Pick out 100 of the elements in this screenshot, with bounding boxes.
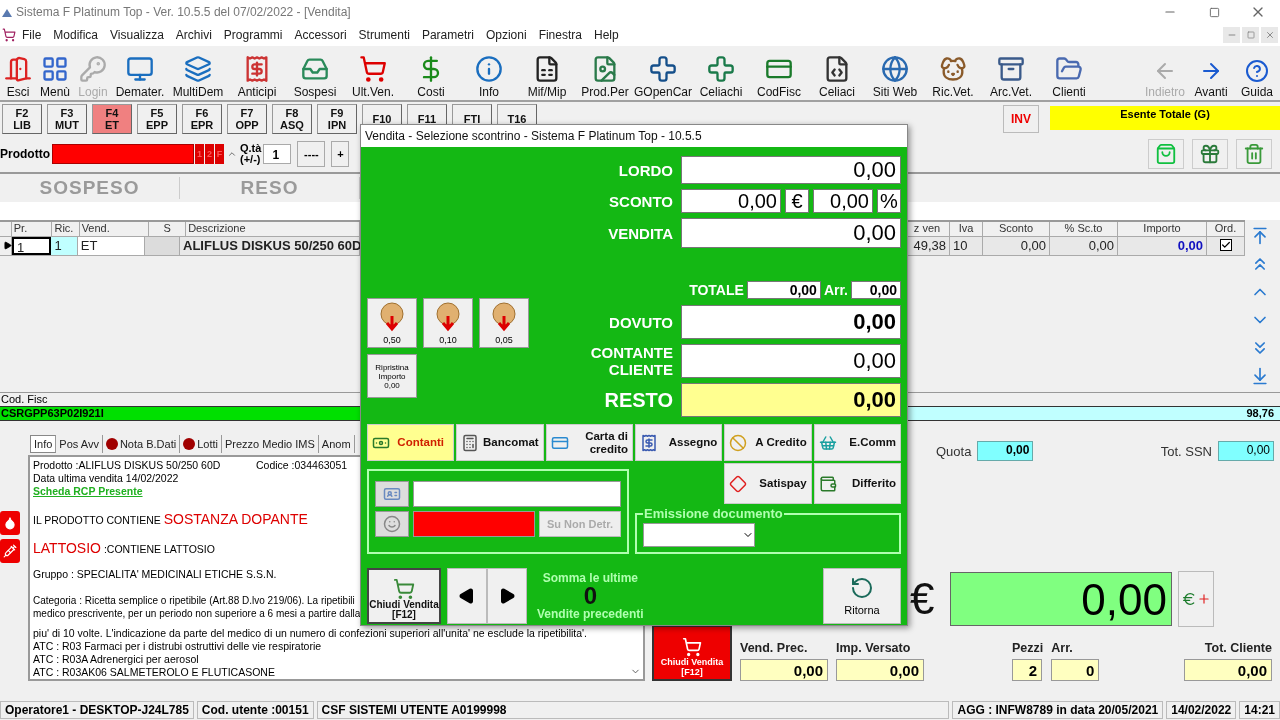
menu-item[interactable]: Visualizza [104, 25, 170, 45]
function-key[interactable]: F4 ET [92, 104, 132, 134]
function-key[interactable]: F8 ASQ [272, 104, 312, 134]
info-text: medico prescrivente, per un periodo non superiore a 6 mesi a partire dalla [33, 607, 361, 620]
toolbar-button[interactable]: Ult.Ven. [344, 47, 402, 99]
card-field[interactable] [413, 481, 621, 507]
code-field[interactable] [413, 511, 535, 537]
function-key[interactable]: F6 EPR [182, 104, 222, 134]
menu-item[interactable]: Opzioni [479, 25, 533, 45]
menu-item[interactable]: Parametri [415, 25, 480, 45]
function-key[interactable]: F3 MUT [47, 104, 87, 134]
coin-button[interactable]: 0,10 [423, 298, 473, 348]
tab[interactable]: Nota B.Dati [102, 435, 181, 453]
total-field: 0,00 [740, 659, 828, 681]
tab[interactable]: Lotti [180, 435, 222, 453]
toolbar-button[interactable]: Menù [36, 47, 74, 99]
menu-item[interactable]: File [16, 25, 48, 45]
tab[interactable]: Pos Avv [56, 435, 103, 453]
tab[interactable]: Info [30, 435, 57, 453]
toolbar-button[interactable]: Esci [0, 47, 36, 99]
function-key[interactable]: F5 EPP [137, 104, 177, 134]
menu-item[interactable]: Strumenti [352, 25, 416, 45]
receipt-icon [640, 433, 658, 452]
more-button[interactable]: ---- [297, 141, 326, 167]
product-field[interactable] [52, 144, 194, 164]
toolbar-button[interactable]: Arc.Vet. [982, 47, 1040, 99]
menu-item[interactable]: Accessori [288, 25, 353, 45]
menu-item[interactable]: Modifica [47, 25, 105, 45]
menu-item[interactable]: Help [588, 25, 625, 45]
toolbar-button[interactable]: Mif/Mip [518, 47, 576, 99]
discount-percent-field[interactable]: 0,00 [813, 189, 873, 213]
coin-button[interactable]: 0,05 [479, 298, 529, 348]
inv-button[interactable]: INV [1003, 105, 1039, 133]
checkbox[interactable] [1219, 239, 1232, 251]
caret-icon[interactable] [227, 149, 237, 159]
toolbar-button[interactable]: Sospesi [286, 47, 344, 99]
payment-button[interactable]: Satispay [724, 463, 812, 504]
toolbar-button[interactable]: Demater. [112, 47, 168, 99]
id-card-button[interactable] [375, 481, 409, 507]
shopping-bag-button[interactable] [1148, 139, 1184, 169]
cash-field[interactable]: 0,00 [681, 344, 901, 378]
total-field: 0,00 [1184, 659, 1272, 681]
euro-plus-button[interactable] [1178, 571, 1214, 627]
function-key[interactable]: F2 LIB [2, 104, 42, 134]
close-sale-button[interactable]: Chiudi Vendita [F12] [367, 568, 441, 624]
close-button[interactable] [1261, 27, 1278, 43]
toolbar-button[interactable]: Avanti [1188, 47, 1234, 99]
quantity-field[interactable]: 1 [263, 144, 292, 164]
toolbar-button[interactable]: Celiachi [692, 47, 750, 99]
document-select[interactable] [643, 523, 755, 547]
toolbar-button[interactable]: CodFisc [750, 47, 808, 99]
arrow-top-icon [1250, 226, 1270, 246]
fiscal-code-value: CSRGPP63P02I921I [0, 406, 360, 421]
menu-item[interactable]: Archivi [169, 25, 218, 45]
smile-button[interactable] [375, 511, 409, 537]
toolbar-button[interactable]: GOpenCar [634, 47, 692, 99]
payment-button[interactable]: Differito [813, 463, 901, 504]
coin-button[interactable]: 0,50 [367, 298, 417, 348]
gift-icon [1199, 143, 1221, 165]
gift-button[interactable] [1192, 139, 1228, 169]
toolbar-button[interactable]: MultiDem [168, 47, 228, 99]
reset-button[interactable]: Ripristina Importo 0,00 [367, 354, 417, 398]
next-button[interactable] [487, 568, 527, 624]
function-key[interactable]: F9 IPN [317, 104, 357, 134]
discount-field[interactable]: 0,00 [681, 189, 781, 213]
toolbar-button[interactable]: Prod.Per [576, 47, 634, 99]
diamond-icon [729, 474, 748, 493]
toolbar-button[interactable]: Guida [1234, 47, 1280, 99]
shopping-bag-icon [1155, 143, 1177, 165]
menu-item[interactable]: Finestra [532, 25, 588, 45]
drop-button[interactable] [0, 511, 20, 535]
toolbar-button[interactable]: Siti Web [866, 47, 924, 99]
payment-button[interactable]: Assegno [635, 424, 723, 461]
payment-button[interactable]: A Credito [724, 424, 812, 461]
restore-button[interactable] [1242, 27, 1259, 43]
payment-button[interactable]: Carta di credito [545, 424, 633, 461]
trash-button[interactable] [1236, 139, 1272, 169]
monitor-icon [126, 55, 154, 83]
info-text: Categoria : Ricetta semplice o ripetibile (Art.88 D.lvo 219/06). La ripetibili [33, 594, 355, 607]
toolbar-button[interactable]: Celiaci [808, 47, 866, 99]
previous-button[interactable] [447, 568, 487, 624]
tab[interactable]: Anom [318, 435, 355, 453]
payment-button[interactable]: Contanti [367, 424, 455, 461]
minimize-button[interactable] [1223, 27, 1240, 43]
plus-button[interactable]: + [331, 141, 350, 167]
toolbar-button[interactable]: Anticipi [228, 47, 286, 99]
function-key[interactable]: F7 OPP [227, 104, 267, 134]
payment-button[interactable]: E.Comm [813, 424, 901, 461]
payment-button[interactable]: Bancomat [456, 424, 544, 461]
toolbar-button[interactable]: Clienti [1040, 47, 1098, 99]
toolbar-button[interactable]: Costi [402, 47, 460, 99]
toolbar-button[interactable]: Info [460, 47, 518, 99]
rounding-label: Arr. [823, 282, 848, 298]
toolbar-button[interactable]: Ric.Vet. [924, 47, 982, 99]
history-label: Somma le ultime [542, 571, 639, 585]
return-button[interactable]: Ritorna [823, 568, 901, 624]
close-sale-button[interactable]: Chiudi Vendita [F12] [652, 625, 732, 681]
syringe-button[interactable] [0, 539, 20, 563]
tab[interactable]: Prezzo Medio IMS [221, 435, 319, 453]
menu-item[interactable]: Programmi [217, 25, 289, 45]
